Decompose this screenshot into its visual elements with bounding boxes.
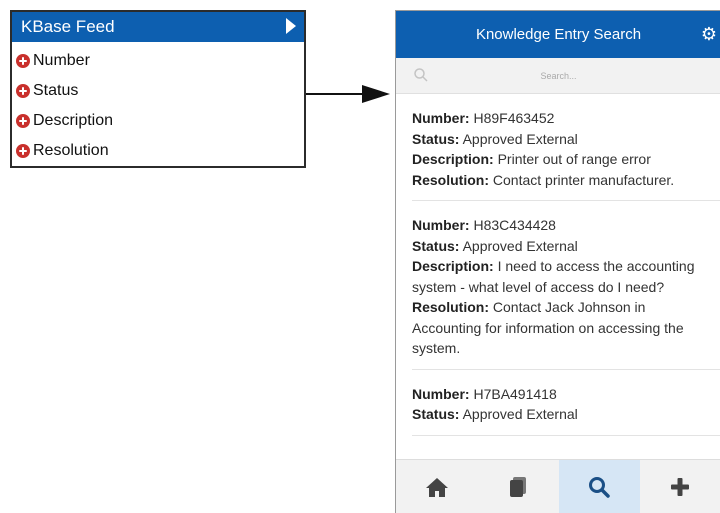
app-title: Knowledge Entry Search [475,26,642,43]
search-bar [396,58,720,94]
play-icon[interactable] [286,18,296,34]
feed-field-label: Resolution [33,142,109,159]
feed-field-label: Description [33,112,114,129]
remove-icon[interactable] [16,84,30,98]
tab-search[interactable] [558,460,640,513]
feed-field-label: Status [33,82,79,99]
feed-title: KBase Feed [21,17,115,36]
bottom-tab-bar [396,459,720,513]
feed-field-label: Number [33,52,90,69]
resolution-label: Resolution: [412,171,489,188]
entry-resolution: Contact printer manufacturer. [492,171,675,188]
number-label: Number: [412,110,470,126]
entry-status: Approved External [462,406,578,422]
remove-icon[interactable] [16,144,30,158]
entry-status: Approved External [462,237,578,254]
feed-field: Status [16,76,304,106]
number-label: Number: [412,385,470,402]
resolution-label: Resolution: [412,299,489,315]
list-item[interactable]: Number: H7BA491418 Status: Approved Exte… [412,370,720,436]
entry-status: Approved External [462,130,578,147]
list-item[interactable]: Number: H89F463452 Status: Approved Exte… [412,94,720,201]
feed-field-list: Number Status Description Resolution [12,42,304,166]
remove-icon[interactable] [16,114,30,128]
remove-icon[interactable] [16,54,30,68]
entry-description: Printer out of range error [497,151,651,167]
tab-add[interactable] [640,460,720,513]
description-label: Description: [412,258,494,274]
home-icon [425,477,448,497]
tab-documents[interactable] [477,460,558,513]
add-icon [671,477,690,496]
app-header: Knowledge Entry Search ⚙ [396,11,720,58]
mobile-app-screen: Knowledge Entry Search ⚙ Number: H89F463… [395,10,720,513]
documents-icon [509,476,526,497]
status-label: Status: [412,130,460,147]
results-list: Number: H89F463452 Status: Approved Exte… [396,94,720,436]
search-input[interactable] [396,69,720,82]
search-icon [589,476,610,498]
status-label: Status: [412,406,460,422]
description-label: Description: [412,151,494,167]
entry-number: H89F463452 [473,110,555,126]
feed-field: Description [16,106,304,136]
feed-field: Resolution [16,136,304,166]
search-icon [414,68,428,82]
feed-field: Number [16,46,304,76]
feed-header: KBase Feed [12,12,304,42]
status-label: Status: [412,237,460,254]
gear-icon[interactable]: ⚙ [701,24,717,45]
tab-home[interactable] [396,460,477,513]
entry-number: H83C434428 [473,217,556,233]
entry-number: H7BA491418 [473,385,557,402]
arrow-right-icon [306,85,390,103]
kbase-feed-panel: KBase Feed Number Status Description Res… [10,10,306,168]
list-item[interactable]: Number: H83C434428 Status: Approved Exte… [412,201,720,370]
number-label: Number: [412,217,470,233]
